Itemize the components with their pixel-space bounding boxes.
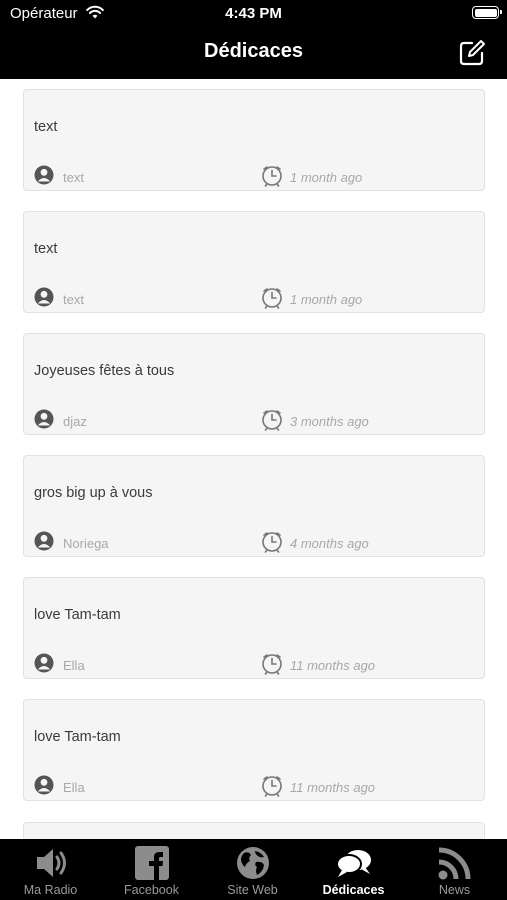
dedication-author: djaz bbox=[63, 414, 87, 429]
speaker-icon bbox=[36, 849, 66, 877]
dedication-card[interactable]: gros big up à vous Noriega 4 months ago bbox=[23, 455, 485, 557]
dedication-author: text bbox=[63, 292, 84, 307]
dedication-message: gros big up à vous bbox=[34, 485, 153, 501]
tab-bar: Ma Radio Facebook Site Web Dédicaces New… bbox=[0, 839, 507, 900]
tab-ma-radio[interactable]: Ma Radio bbox=[0, 839, 101, 900]
clock-icon bbox=[261, 287, 283, 309]
dedication-time: 1 month ago bbox=[290, 170, 363, 185]
partial-card bbox=[23, 822, 485, 839]
clock-icon bbox=[261, 409, 283, 431]
tab-label: News bbox=[438, 883, 471, 897]
tab-label: Dédicaces bbox=[322, 883, 385, 897]
dedication-message: love Tam-tam bbox=[34, 607, 121, 623]
tab-site-web[interactable]: Site Web bbox=[202, 839, 303, 900]
dedication-card[interactable]: text text 1 month ago bbox=[23, 89, 485, 191]
dedication-card[interactable]: love Tam-tam Ella 11 months ago bbox=[23, 699, 485, 801]
tab-dedicaces[interactable]: Dédicaces bbox=[303, 839, 404, 900]
clock-time: 4:43 PM bbox=[225, 5, 282, 22]
dedication-author: Ella bbox=[63, 658, 85, 673]
facebook-icon bbox=[134, 846, 169, 880]
dedication-time: 1 month ago bbox=[290, 292, 363, 307]
tab-news[interactable]: News bbox=[404, 839, 505, 900]
dedication-card[interactable]: love Tam-tam Ella 11 months ago bbox=[23, 577, 485, 679]
dedication-message: text bbox=[34, 119, 58, 135]
dedication-time: 4 months ago bbox=[290, 536, 369, 551]
rss-icon bbox=[438, 847, 470, 880]
user-icon bbox=[34, 409, 54, 429]
user-icon bbox=[34, 287, 54, 307]
dedication-message: love Tam-tam bbox=[34, 729, 121, 745]
chat-bubbles-icon bbox=[335, 850, 371, 877]
dedication-author: text bbox=[63, 170, 84, 185]
page-title: Dédicaces bbox=[204, 40, 303, 62]
dedication-card[interactable]: Joyeuses fêtes à tous djaz 3 months ago bbox=[23, 333, 485, 435]
dedication-author: Noriega bbox=[63, 536, 109, 551]
globe-icon bbox=[236, 847, 269, 879]
user-icon bbox=[34, 531, 54, 551]
tab-facebook[interactable]: Facebook bbox=[101, 839, 202, 900]
dedication-card[interactable]: text text 1 month ago bbox=[23, 211, 485, 313]
status-bar: Opérateur 4:43 PM bbox=[0, 0, 507, 28]
clock-icon bbox=[261, 531, 283, 553]
user-icon bbox=[34, 775, 54, 795]
clock-icon bbox=[261, 775, 283, 797]
dedications-list[interactable]: text text 1 month ago text text 1 month ago Jo… bbox=[0, 79, 507, 839]
user-icon bbox=[34, 653, 54, 673]
dedication-author: Ella bbox=[63, 780, 85, 795]
dedication-time: 11 months ago bbox=[290, 658, 376, 673]
tab-label: Ma Radio bbox=[23, 883, 78, 897]
clock-icon bbox=[261, 653, 283, 675]
tab-label: Facebook bbox=[124, 883, 179, 897]
dedication-time: 11 months ago bbox=[290, 780, 376, 795]
dedication-time: 3 months ago bbox=[290, 414, 369, 429]
user-icon bbox=[34, 165, 54, 185]
clock-icon bbox=[261, 165, 283, 187]
battery-icon bbox=[472, 6, 502, 19]
dedication-message: text bbox=[34, 241, 58, 257]
compose-icon[interactable] bbox=[457, 38, 487, 68]
tab-label: Site Web bbox=[227, 883, 278, 897]
navigation-bar: Dédicaces bbox=[0, 28, 507, 79]
dedication-message: Joyeuses fêtes à tous bbox=[34, 363, 175, 379]
